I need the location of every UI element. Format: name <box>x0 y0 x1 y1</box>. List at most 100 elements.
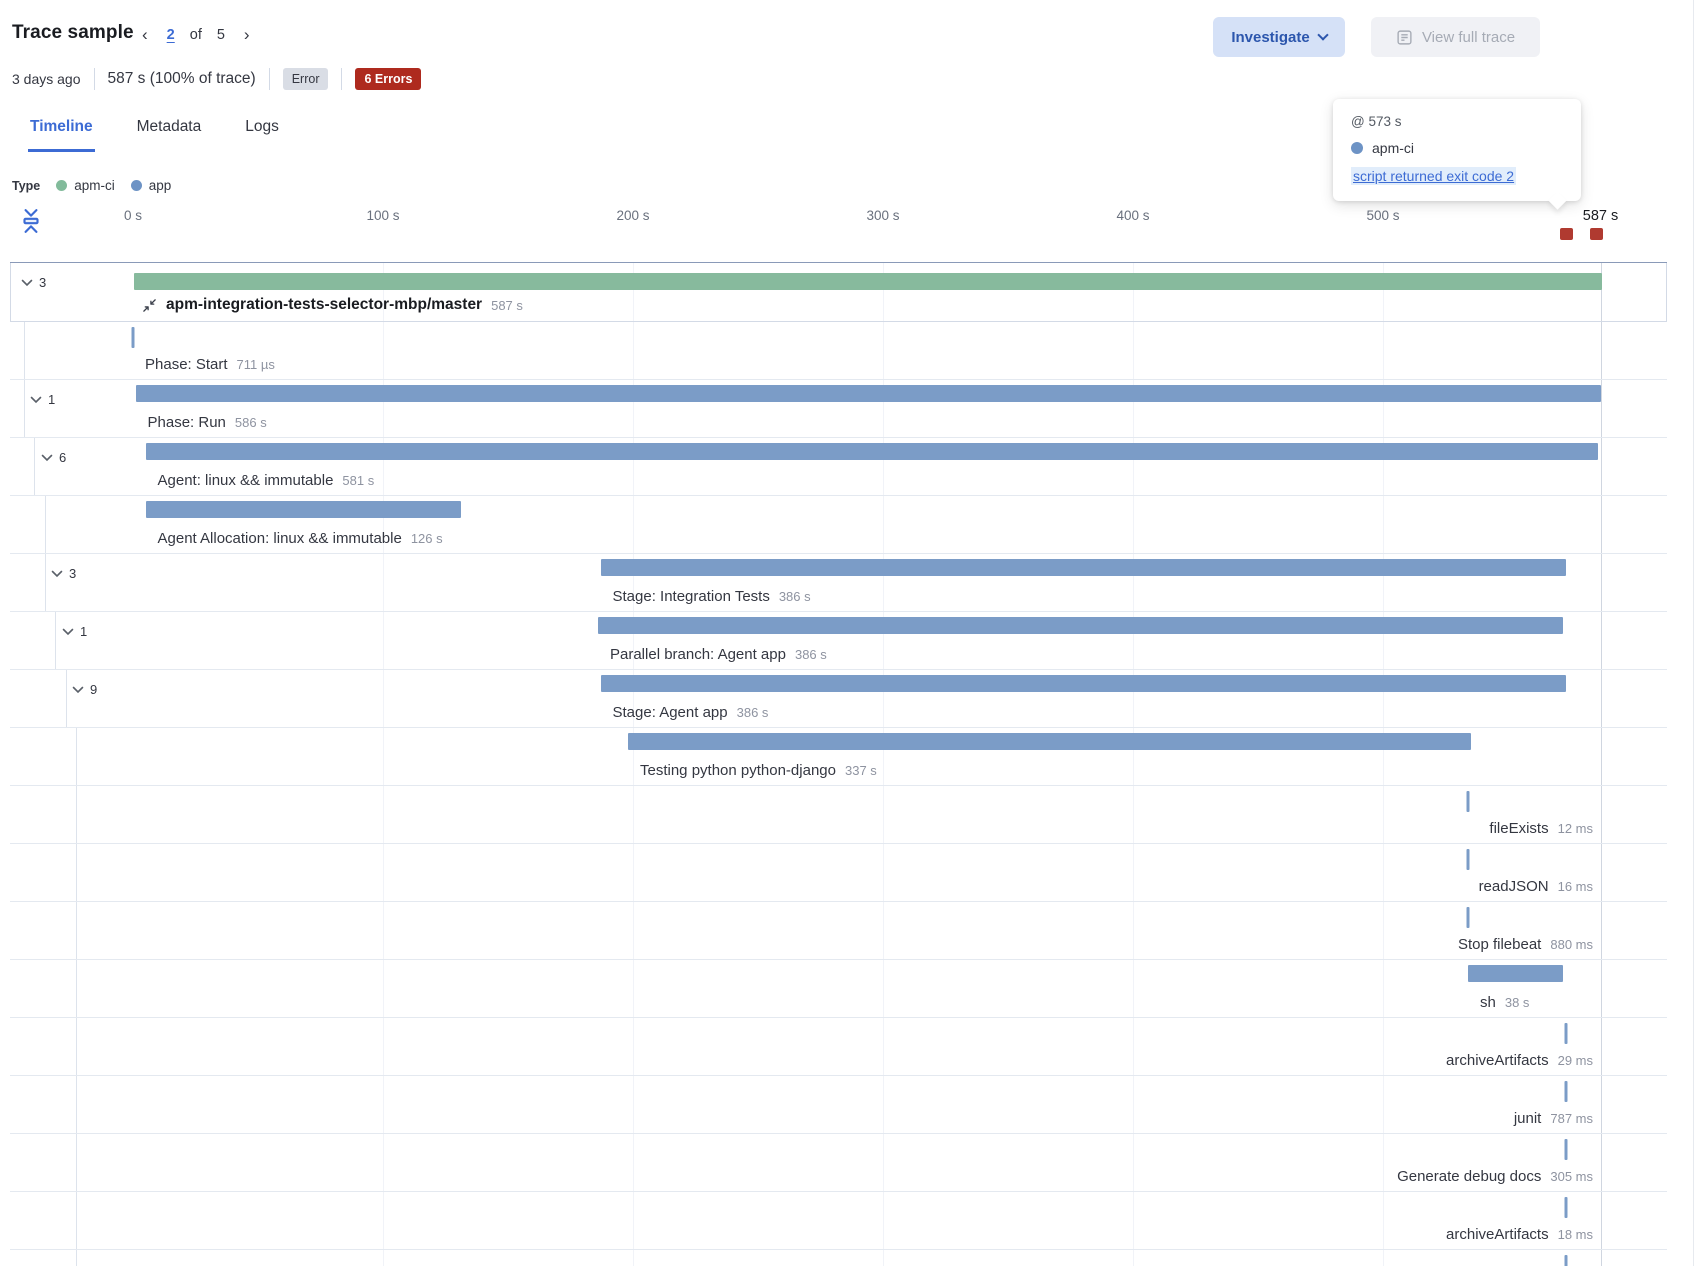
waterfall-row[interactable]: 1Phase: Run586 s <box>10 380 1667 438</box>
tree-indent-guide <box>24 322 25 379</box>
prev-page-icon[interactable]: ‹ <box>138 24 152 45</box>
axis-tick-label: 300 s <box>866 208 899 223</box>
tree-indent-guide <box>45 496 46 553</box>
span-tick-bar[interactable] <box>1467 849 1470 870</box>
span-tick-bar[interactable] <box>132 327 135 348</box>
tab-bar: Timeline Metadata Logs <box>28 112 281 152</box>
span-tick-bar[interactable] <box>1564 1023 1567 1044</box>
waterfall-row[interactable]: 3 Stage: Integration Tests386 s <box>10 554 1667 612</box>
span-duration: 787 ms <box>1550 1111 1593 1126</box>
span-tick-bar[interactable] <box>1564 1255 1567 1266</box>
span-duration: 586 s <box>235 415 267 430</box>
error-marker-icon[interactable] <box>1590 228 1603 240</box>
errors-count-badge[interactable]: 6 Errors <box>355 68 421 90</box>
total-pages: 5 <box>217 27 225 43</box>
span-label: Stop filebeat880 ms <box>1458 936 1593 953</box>
row-expander[interactable]: 1 <box>62 624 87 639</box>
waterfall-row[interactable]: Stop filebeat880 ms <box>10 902 1667 960</box>
tree-indent-guide <box>66 670 67 727</box>
waterfall-row[interactable]: archiveArtifacts29 ms <box>10 1018 1667 1076</box>
span-name: archiveArtifacts <box>1446 1226 1549 1243</box>
trace-sample-panel: Trace sample ‹ 2 of 5 › 3 days ago 587 s… <box>0 0 1702 1266</box>
chevron-down-icon <box>41 454 53 462</box>
waterfall-row[interactable]: 3apm-integration-tests-selector-mbp/mast… <box>10 263 1667 322</box>
tab-timeline[interactable]: Timeline <box>28 112 95 152</box>
waterfall: 3apm-integration-tests-selector-mbp/mast… <box>10 262 1667 1266</box>
row-expander[interactable]: 9 <box>72 682 97 697</box>
span-tick-bar[interactable] <box>1564 1081 1567 1102</box>
span-duration: 386 s <box>795 647 827 662</box>
error-marker-icon[interactable] <box>1560 228 1573 240</box>
axis-tick-label: 0 s <box>124 208 142 223</box>
span-bar[interactable] <box>134 273 1602 290</box>
tab-metadata[interactable]: Metadata <box>135 112 204 152</box>
span-tick-bar[interactable] <box>1564 1139 1567 1160</box>
type-legend: Type apm-ci app <box>12 178 171 193</box>
waterfall-row[interactable]: 9Stage: Agent app386 s <box>10 670 1667 728</box>
tab-logs[interactable]: Logs <box>243 112 281 152</box>
waterfall-row[interactable]: Generate debug docs305 ms <box>10 1134 1667 1192</box>
span-bar[interactable] <box>146 501 461 518</box>
waterfall-row[interactable]: 1 Parallel branch: Agent app 386 s <box>10 612 1667 670</box>
waterfall-row[interactable]: junit787 ms <box>10 1076 1667 1134</box>
span-name: Testing python python-django <box>640 762 836 779</box>
child-count: 1 <box>48 392 55 407</box>
span-label: Stage: Integration Tests386 s <box>613 588 811 605</box>
child-count: 1 <box>80 624 87 639</box>
tree-indent-guide <box>76 1250 77 1266</box>
span-bar[interactable] <box>628 733 1471 750</box>
waterfall-row[interactable]: Phase: Start711 µs <box>10 322 1667 380</box>
child-count: 3 <box>39 275 46 290</box>
collapse-all-icon[interactable] <box>20 208 42 234</box>
axis-tick-label: 100 s <box>366 208 399 223</box>
tree-indent-guide <box>76 844 77 901</box>
waterfall-row[interactable] <box>10 1250 1667 1266</box>
waterfall-row[interactable]: archiveArtifacts18 ms <box>10 1192 1667 1250</box>
span-label: archiveArtifacts29 ms <box>1446 1052 1593 1069</box>
span-name: Agent Allocation: linux && immutable <box>158 530 402 547</box>
tree-indent-guide <box>76 960 77 1017</box>
span-name: Parallel branch: Agent app <box>610 646 786 663</box>
waterfall-row[interactable]: fileExists12 ms <box>10 786 1667 844</box>
error-tooltip: @ 573 s apm-ci script returned exit code… <box>1333 99 1581 201</box>
legend-label: app <box>149 178 172 193</box>
trace-meta: 3 days ago 587 s (100% of trace) Error 6… <box>12 68 421 90</box>
view-full-trace-button[interactable]: View full trace <box>1371 17 1540 57</box>
of-label: of <box>190 27 202 43</box>
row-expander[interactable]: 3 <box>21 275 46 290</box>
span-bar[interactable] <box>598 617 1563 634</box>
waterfall-row[interactable]: 6Agent: linux && immutable581 s <box>10 438 1667 496</box>
span-duration: 711 µs <box>237 357 275 372</box>
next-page-icon[interactable]: › <box>240 24 254 45</box>
span-bar[interactable] <box>601 559 1566 576</box>
span-tick-bar[interactable] <box>1564 1197 1567 1218</box>
current-page[interactable]: 2 <box>167 27 175 43</box>
trace-pagination: ‹ 2 of 5 › <box>138 24 254 45</box>
span-bar[interactable] <box>1468 965 1563 982</box>
row-expander[interactable]: 6 <box>41 450 66 465</box>
tree-indent-guide <box>76 786 77 843</box>
waterfall-row[interactable]: Agent Allocation: linux && immutable126 … <box>10 496 1667 554</box>
tree-indent-guide <box>76 1076 77 1133</box>
row-expander[interactable]: 3 <box>51 566 76 581</box>
timeline-axis: 0 s100 s200 s300 s400 s500 s587 s <box>10 202 1667 262</box>
span-tick-bar[interactable] <box>1467 791 1470 812</box>
span-name: Stage: Agent app <box>613 704 728 721</box>
investigate-label: Investigate <box>1231 29 1309 46</box>
divider <box>341 68 342 90</box>
waterfall-row[interactable]: Testing python python-django337 s <box>10 728 1667 786</box>
span-name: fileExists <box>1489 820 1548 837</box>
span-tick-bar[interactable] <box>1467 907 1470 928</box>
chevron-down-icon <box>72 686 84 694</box>
document-icon <box>1396 29 1413 46</box>
tree-indent-guide <box>55 612 56 669</box>
waterfall-row[interactable]: sh38 s <box>10 960 1667 1018</box>
span-bar[interactable] <box>136 385 1601 402</box>
span-bar[interactable] <box>146 443 1599 460</box>
row-expander[interactable]: 1 <box>30 392 55 407</box>
error-message-link[interactable]: script returned exit code 2 <box>1351 167 1516 185</box>
waterfall-row[interactable]: readJSON16 ms <box>10 844 1667 902</box>
span-bar[interactable] <box>601 675 1566 692</box>
investigate-button[interactable]: Investigate <box>1213 17 1345 57</box>
divider <box>94 68 95 90</box>
